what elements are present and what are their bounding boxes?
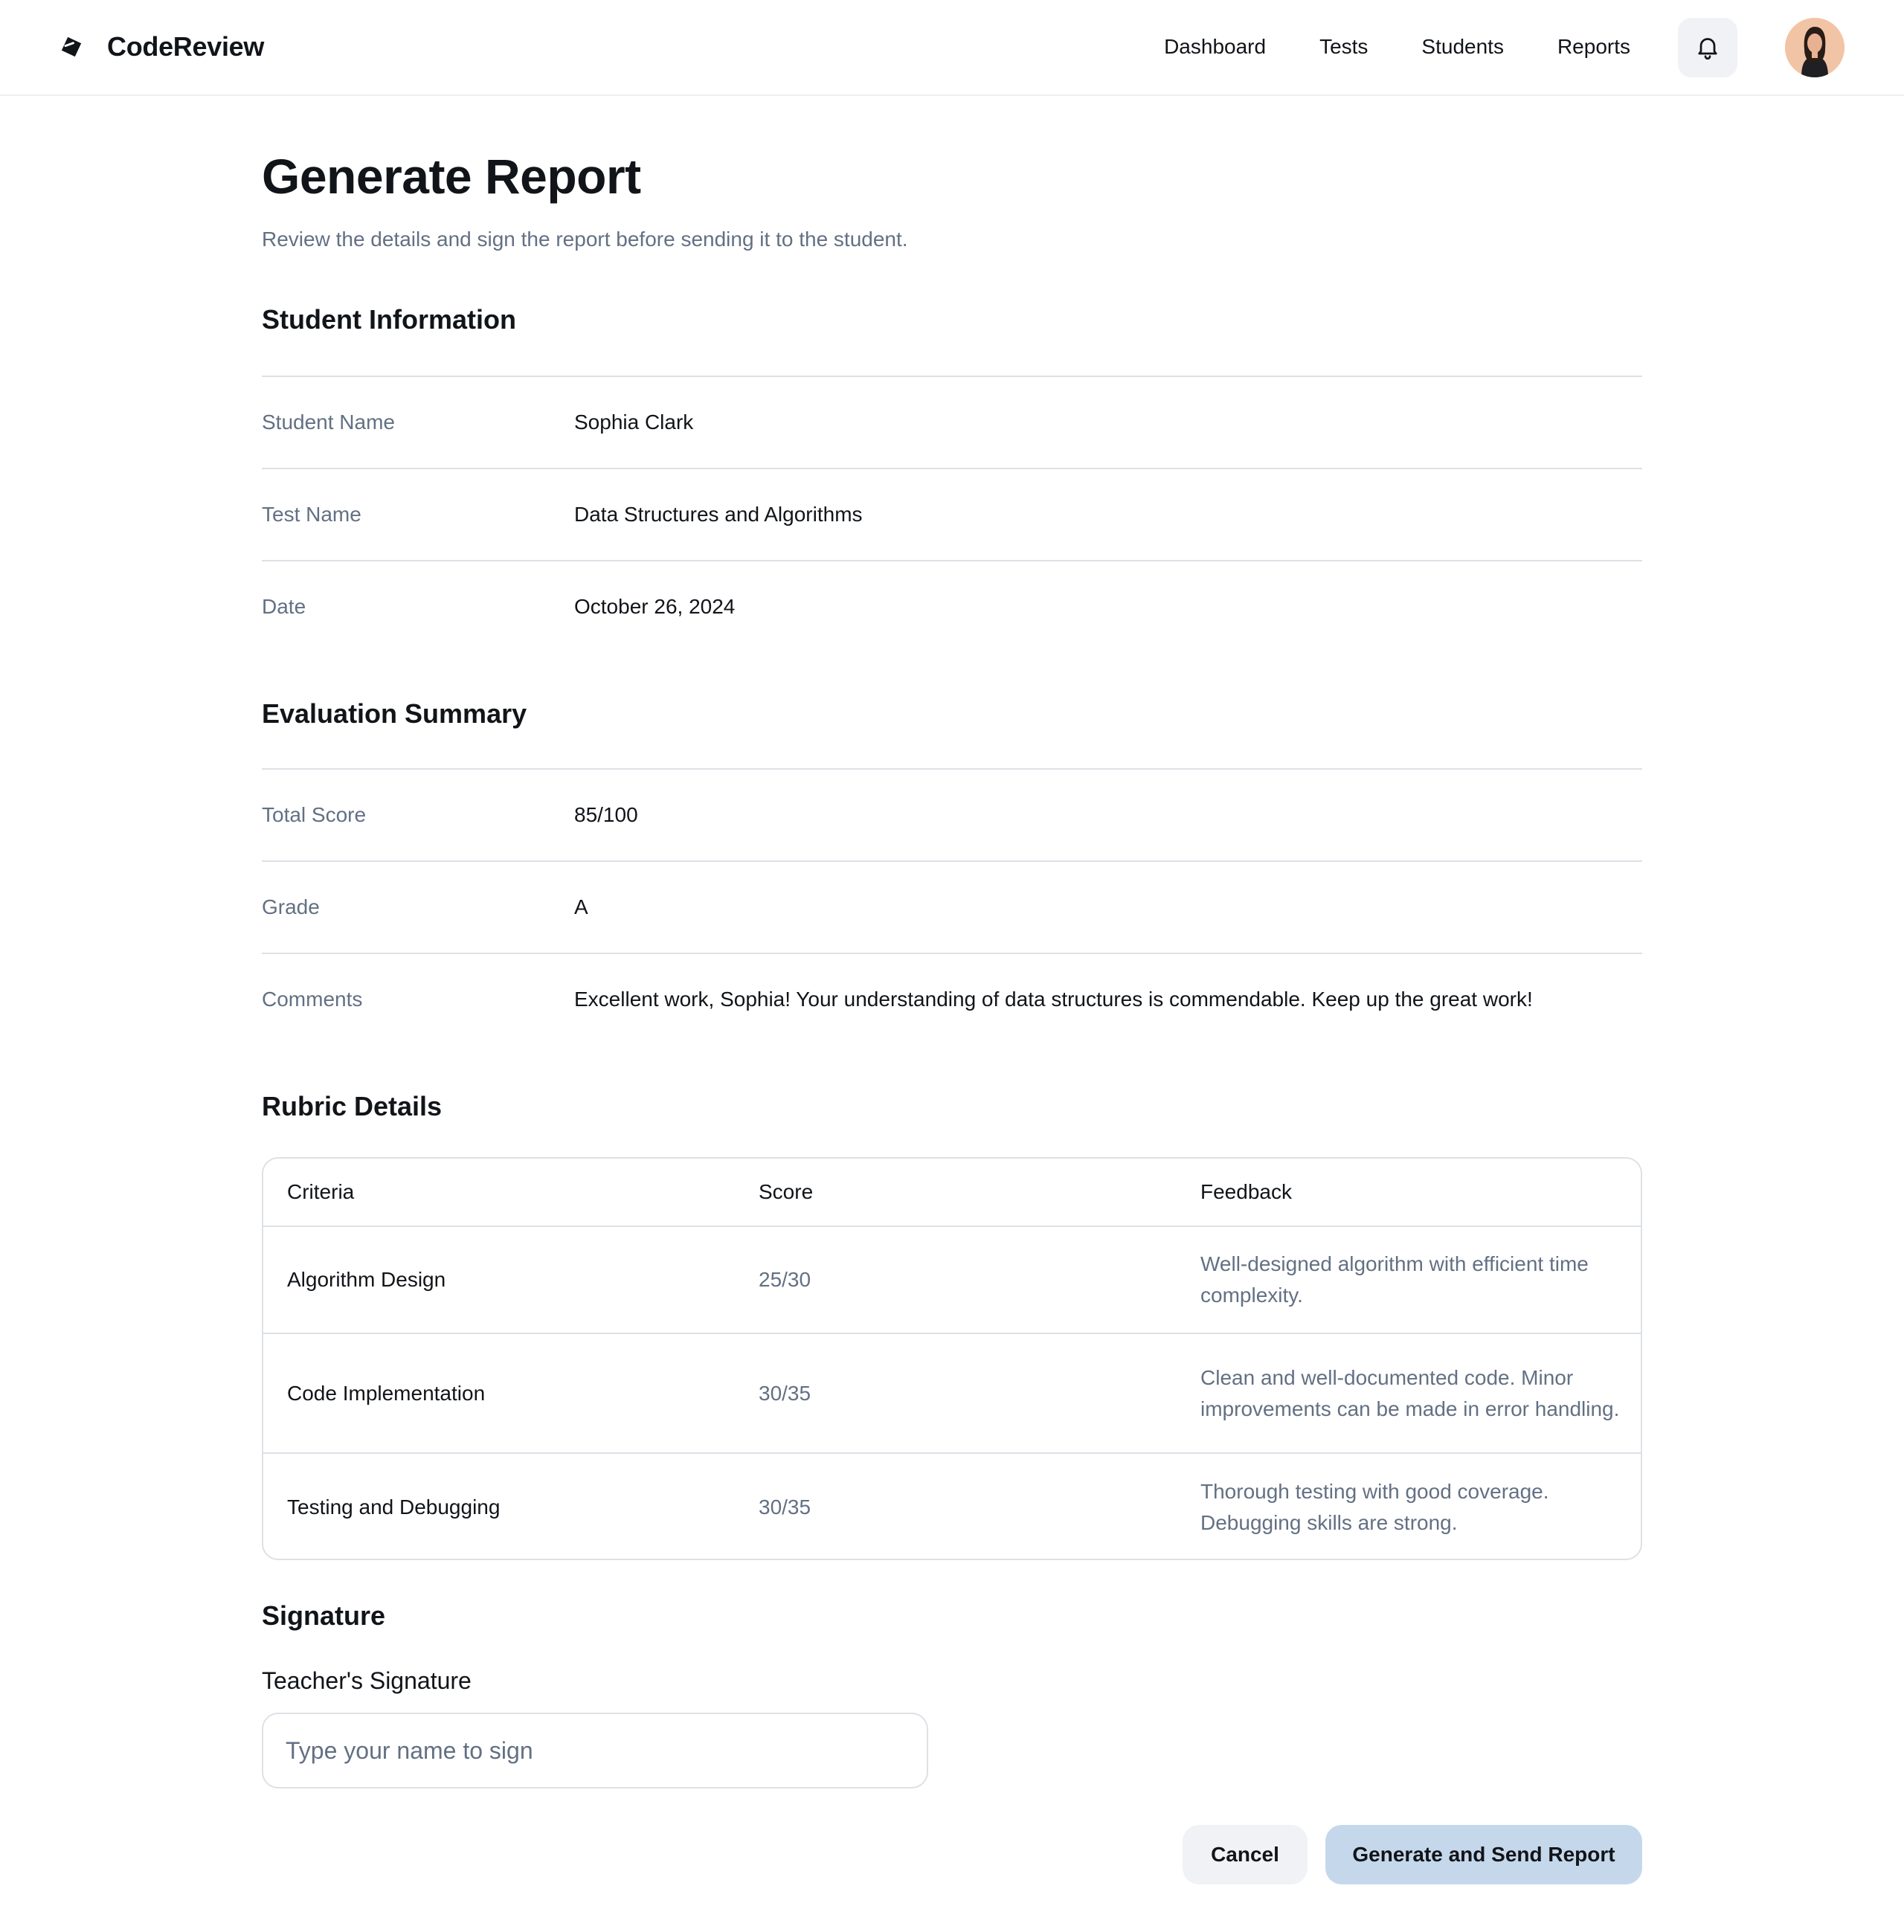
grade-row: Grade A [262, 860, 1642, 953]
column-header-feedback: Feedback [1200, 1180, 1292, 1203]
notifications-button[interactable] [1678, 18, 1737, 77]
row-value: 85/100 [574, 803, 638, 826]
row-value: A [574, 895, 588, 918]
evaluation-summary-heading: Evaluation Summary [262, 698, 527, 729]
row-value: Excellent work, Sophia! Your understandi… [574, 988, 1533, 1011]
signature-field-label: Teacher's Signature [262, 1667, 472, 1694]
table-row: Algorithm Design 25/30 Well-designed alg… [263, 1227, 1641, 1334]
page-subtitle: Review the details and sign the report b… [262, 228, 908, 251]
brand-name: CodeReview [107, 31, 265, 62]
row-label: Grade [262, 895, 320, 918]
score-cell: 30/35 [759, 1381, 811, 1405]
total-score-row: Total Score 85/100 [262, 768, 1642, 860]
row-label: Date [262, 595, 306, 618]
row-value: Sophia Clark [574, 410, 694, 434]
feedback-cell: Well-designed algorithm with efficient t… [1200, 1252, 1589, 1307]
rubric-details-heading: Rubric Details [262, 1091, 443, 1121]
feedback-cell: Clean and well-documented code. Minor im… [1200, 1365, 1620, 1420]
table-header-row: Criteria Score Feedback [263, 1159, 1641, 1227]
cancel-button[interactable]: Cancel [1183, 1825, 1308, 1884]
table-row: Testing and Debugging 30/35 Thorough tes… [263, 1454, 1641, 1559]
comments-row: Comments Excellent work, Sophia! Your un… [262, 953, 1642, 1045]
page-title: Generate Report [262, 149, 641, 204]
nav-tests[interactable]: Tests [1319, 35, 1368, 59]
score-cell: 25/30 [759, 1268, 811, 1291]
signature-input[interactable] [262, 1713, 928, 1788]
score-cell: 30/35 [759, 1495, 811, 1519]
column-header-score: Score [759, 1180, 814, 1203]
row-label: Comments [262, 988, 363, 1011]
criteria-cell: Algorithm Design [287, 1268, 446, 1291]
nav-reports[interactable]: Reports [1557, 35, 1630, 59]
feedback-cell: Thorough testing with good coverage. Deb… [1200, 1479, 1549, 1534]
test-name-row: Test Name Data Structures and Algorithms [262, 468, 1642, 560]
brand-logo-icon [58, 33, 85, 60]
brand[interactable]: CodeReview [58, 27, 264, 67]
row-value: October 26, 2024 [574, 595, 736, 618]
row-label: Test Name [262, 503, 361, 526]
user-avatar[interactable] [1785, 18, 1844, 77]
criteria-cell: Testing and Debugging [287, 1495, 501, 1519]
date-row: Date October 26, 2024 [262, 560, 1642, 652]
nav-students[interactable]: Students [1421, 35, 1504, 59]
generate-and-send-report-button[interactable]: Generate and Send Report [1325, 1825, 1642, 1884]
row-label: Student Name [262, 410, 395, 434]
signature-heading: Signature [262, 1600, 386, 1631]
top-navigation-bar: CodeReview Dashboard Tests Students Repo… [0, 0, 1904, 96]
row-value: Data Structures and Algorithms [574, 503, 863, 526]
rubric-table: Criteria Score Feedback Algorithm Design… [262, 1157, 1642, 1560]
student-name-row: Student Name Sophia Clark [262, 376, 1642, 468]
column-header-criteria: Criteria [287, 1180, 355, 1203]
table-row: Code Implementation 30/35 Clean and well… [263, 1334, 1641, 1454]
student-information-heading: Student Information [262, 304, 516, 335]
bell-icon [1694, 33, 1721, 62]
main-nav: Dashboard Tests Students Reports [1164, 27, 1630, 67]
nav-dashboard[interactable]: Dashboard [1164, 35, 1266, 59]
criteria-cell: Code Implementation [287, 1381, 486, 1405]
row-label: Total Score [262, 803, 367, 826]
